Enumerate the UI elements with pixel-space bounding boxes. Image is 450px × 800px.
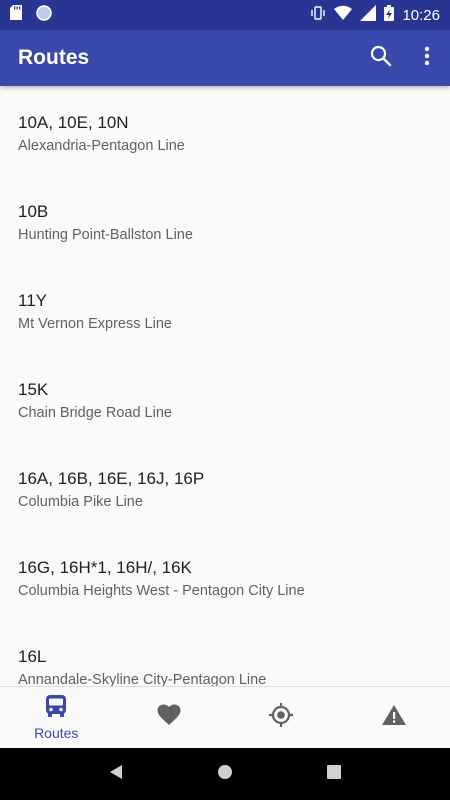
- location-icon: [268, 702, 294, 733]
- route-name: 16A, 16B, 16E, 16J, 16P: [18, 469, 205, 488]
- route-list-item[interactable]: 11Y Mt Vernon Express Line: [0, 264, 450, 353]
- route-description: Alexandria-Pentagon Line: [18, 138, 185, 154]
- route-description: Mt Vernon Express Line: [18, 316, 172, 332]
- route-list-item[interactable]: 10A, 10E, 10N Alexandria-Pentagon Line: [0, 86, 450, 175]
- route-name: 16G, 16H*1, 16H/, 16K: [18, 558, 192, 577]
- page-title: Routes: [18, 46, 90, 69]
- route-name: 10B: [18, 202, 49, 221]
- route-list-item[interactable]: 16A, 16B, 16E, 16J, 16P Columbia Pike Li…: [0, 442, 450, 531]
- heart-icon: [157, 704, 181, 731]
- nav-routes-label: Routes: [34, 725, 79, 741]
- system-navigation-bar: [0, 748, 450, 800]
- app-bar: Routes: [0, 30, 450, 86]
- back-icon[interactable]: [109, 764, 123, 785]
- route-list-item[interactable]: 10B Hunting Point-Ballston Line: [0, 175, 450, 264]
- bus-icon: [45, 694, 67, 723]
- route-name: 11Y: [18, 291, 47, 310]
- signal-icon: [360, 5, 377, 25]
- status-bar: 10:26: [0, 0, 450, 30]
- route-description: Hunting Point-Ballston Line: [18, 227, 193, 243]
- route-name: 16L: [18, 647, 47, 666]
- more-vert-icon: [424, 46, 430, 71]
- more-options-button[interactable]: [404, 30, 450, 86]
- nav-alerts[interactable]: [338, 687, 450, 748]
- nav-routes[interactable]: Routes: [0, 687, 113, 748]
- home-icon[interactable]: [217, 764, 233, 785]
- vibrate-icon: [310, 5, 326, 25]
- battery-charging-icon: [384, 5, 395, 25]
- nav-nearby[interactable]: [225, 687, 338, 748]
- search-button[interactable]: [358, 30, 404, 86]
- search-icon: [370, 45, 392, 72]
- nav-favorites[interactable]: [113, 687, 226, 748]
- clock-time: 10:26: [402, 6, 440, 24]
- route-description: Columbia Pike Line: [18, 494, 143, 510]
- warning-icon: [381, 704, 407, 731]
- sd-card-icon: [10, 5, 22, 25]
- wifi-icon: [334, 5, 353, 25]
- route-description: Chain Bridge Road Line: [18, 405, 172, 421]
- recents-icon[interactable]: [327, 764, 341, 784]
- sync-notification-icon: [36, 4, 52, 26]
- route-list-item[interactable]: 16G, 16H*1, 16H/, 16K Columbia Heights W…: [0, 531, 450, 620]
- route-list-item[interactable]: 16L Annandale-Skyline City-Pentagon Line: [0, 620, 450, 686]
- route-list-item[interactable]: 15K Chain Bridge Road Line: [0, 353, 450, 442]
- route-name: 10A, 10E, 10N: [18, 113, 129, 132]
- route-name: 15K: [18, 380, 49, 399]
- routes-list[interactable]: 10A, 10E, 10N Alexandria-Pentagon Line 1…: [0, 86, 450, 686]
- route-description: Annandale-Skyline City-Pentagon Line: [18, 672, 267, 686]
- route-description: Columbia Heights West - Pentagon City Li…: [18, 583, 305, 599]
- bottom-navigation: Routes: [0, 686, 450, 748]
